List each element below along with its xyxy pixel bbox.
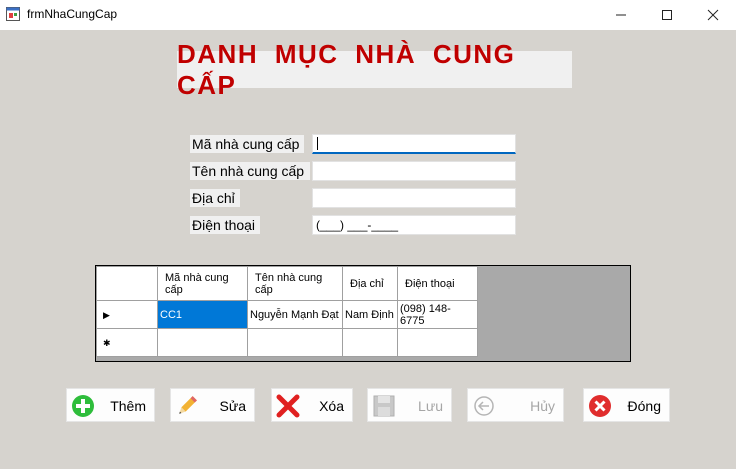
back-arrow-icon (474, 396, 494, 416)
phone-value: (___) ___-____ (316, 218, 399, 232)
cancel-button-label: Hủy (530, 398, 555, 414)
close-window-button[interactable] (690, 0, 736, 30)
column-header-phone[interactable]: Điện thoại (397, 266, 478, 301)
save-button-label: Lưu (418, 398, 443, 414)
current-row-arrow-icon: ▶ (103, 309, 110, 320)
grid-corner-header (96, 266, 158, 301)
minimize-icon (616, 14, 626, 16)
table-row[interactable]: ▶ CC1 Nguyễn Mạnh Đạt Nam Định (098) 148… (96, 300, 478, 329)
maximize-icon (662, 10, 672, 20)
cancel-button[interactable]: Hủy (467, 388, 564, 422)
edit-button-label: Sửa (219, 398, 247, 414)
delete-button-label: Xóa (319, 398, 344, 414)
add-button-label: Thêm (110, 398, 146, 414)
cell-name[interactable]: Nguyễn Mạnh Đạt (247, 300, 343, 329)
phone-label: Điện thoại (190, 216, 260, 234)
plus-icon (72, 395, 94, 417)
close-circle-icon (589, 395, 611, 417)
new-cell-address[interactable] (342, 328, 398, 357)
floppy-disk-icon (373, 395, 395, 417)
close-button[interactable]: Đóng (583, 388, 670, 422)
grid-table: Mã nhà cung cấp Tên nhà cung cấp Địa chỉ… (96, 266, 478, 357)
x-delete-icon (276, 394, 300, 418)
row-header[interactable]: ▶ (96, 300, 158, 329)
new-cell-code[interactable] (157, 328, 248, 357)
minimize-button[interactable] (598, 0, 644, 30)
text-caret (317, 137, 318, 150)
add-button[interactable]: Thêm (66, 388, 155, 422)
supplier-grid[interactable]: Mã nhà cung cấp Tên nhà cung cấp Địa chỉ… (95, 265, 631, 362)
close-icon (707, 9, 719, 21)
new-cell-phone[interactable] (397, 328, 478, 357)
supplier-name-input[interactable] (312, 161, 516, 181)
maximize-button[interactable] (644, 0, 690, 30)
new-row[interactable]: ✱ (96, 328, 478, 357)
cell-phone[interactable]: (098) 148-6775 (397, 300, 478, 329)
address-label: Địa chỉ (190, 189, 240, 207)
title-bar: frmNhaCungCap (0, 0, 736, 30)
supplier-code-label: Mã nhà cung cấp (190, 135, 304, 153)
window-title: frmNhaCungCap (27, 7, 118, 21)
edit-button[interactable]: Sửa (170, 388, 255, 422)
supplier-code-input[interactable] (312, 134, 516, 154)
new-row-header[interactable]: ✱ (96, 328, 158, 357)
close-button-label: Đóng (627, 398, 661, 414)
column-header-address[interactable]: Địa chỉ (342, 266, 398, 301)
new-row-asterisk-icon: ✱ (103, 337, 111, 348)
column-header-name[interactable]: Tên nhà cung cấp (247, 266, 343, 301)
cell-code[interactable]: CC1 (157, 300, 248, 329)
page-title: DANH MỤC NHÀ CUNG CẤP (177, 39, 572, 100)
column-header-code[interactable]: Mã nhà cung cấp (157, 266, 248, 301)
cell-address[interactable]: Nam Định (342, 300, 398, 329)
save-button[interactable]: Lưu (367, 388, 452, 422)
delete-button[interactable]: Xóa (271, 388, 353, 422)
phone-input[interactable]: (___) ___-____ (312, 215, 516, 235)
supplier-name-label: Tên nhà cung cấp (190, 162, 310, 180)
app-icon (6, 7, 20, 21)
grid-header-row: Mã nhà cung cấp Tên nhà cung cấp Địa chỉ… (96, 266, 478, 301)
address-input[interactable] (312, 188, 516, 208)
pencil-icon (179, 396, 197, 414)
new-cell-name[interactable] (247, 328, 343, 357)
